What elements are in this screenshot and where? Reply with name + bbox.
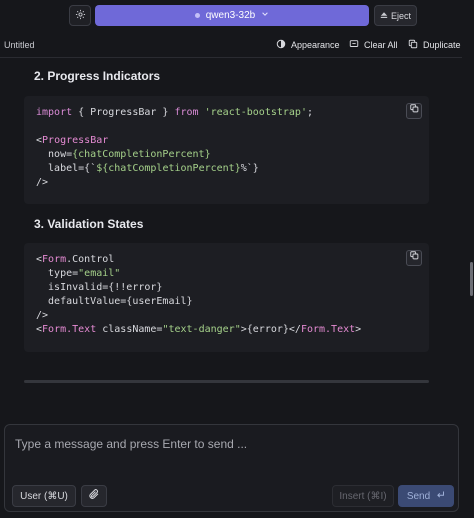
code-expression: ${chatCompletionPercent} — [96, 163, 241, 174]
duplicate-button[interactable]: Duplicate — [408, 39, 461, 51]
code-line: defaultValue={userEmail} — [36, 296, 193, 307]
scrollbar-thumb[interactable] — [470, 262, 473, 296]
chevron-down-icon — [261, 10, 269, 21]
appearance-icon — [276, 39, 286, 51]
role-label: User (⌘U) — [20, 490, 68, 502]
horizontal-rule — [24, 380, 429, 383]
insert-label: Insert (⌘I) — [339, 490, 387, 502]
enter-icon — [436, 490, 445, 502]
appearance-button[interactable]: Appearance — [276, 39, 340, 51]
clear-all-label: Clear All — [364, 40, 398, 50]
code-line: now={chatCompletionPercent} — [36, 149, 211, 160]
code-line: /> — [36, 310, 49, 321]
code-keyword: import — [36, 107, 73, 118]
code-string: "email" — [78, 268, 121, 279]
code-line: import { ProgressBar } from 'react-boots… — [36, 107, 313, 118]
gear-icon — [75, 7, 86, 25]
code-line: <Form.Control — [36, 254, 115, 265]
document-title[interactable]: Untitled — [4, 40, 35, 50]
model-selector[interactable]: qwen3-32b — [95, 5, 369, 26]
code-tag: Form.Text — [300, 324, 356, 335]
send-button[interactable]: Send — [398, 485, 454, 507]
code-line: type="email" — [36, 268, 121, 279]
code-tag: Form — [42, 254, 67, 265]
code-string: 'react-bootstrap' — [204, 107, 307, 118]
code-block-validation: <Form.Control type="email" isInvalid={!!… — [24, 243, 429, 352]
send-label: Send — [406, 490, 431, 502]
copy-icon — [409, 251, 419, 265]
code-expression: {chatCompletionPercent} — [72, 149, 211, 160]
paperclip-icon — [88, 487, 100, 505]
top-bar: qwen3-32b Eject — [0, 0, 474, 31]
toolbar-divider — [0, 57, 462, 58]
eject-label: Eject — [390, 10, 411, 21]
code-tag: ProgressBar — [42, 135, 109, 146]
message-composer[interactable]: Type a message and press Enter to send .… — [4, 424, 459, 512]
role-toggle-button[interactable]: User (⌘U) — [12, 485, 76, 507]
code-line: <ProgressBar — [36, 135, 109, 146]
code-string: "text-danger" — [162, 324, 241, 335]
settings-button[interactable] — [69, 5, 91, 26]
section-heading-validation: 3. Validation States — [34, 217, 144, 231]
model-status-icon — [194, 13, 200, 18]
copy-icon — [409, 104, 419, 118]
duplicate-label: Duplicate — [423, 40, 461, 50]
code-line: label={`${chatCompletionPercent}%`} — [36, 163, 259, 174]
code-line: /> — [36, 177, 49, 188]
document-toolbar: Untitled Appearance Clear All Duplicate — [0, 34, 474, 56]
duplicate-icon — [408, 39, 418, 51]
attach-file-button[interactable] — [81, 485, 107, 507]
clear-all-button[interactable]: Clear All — [349, 39, 398, 51]
copy-code-button[interactable] — [406, 103, 422, 119]
message-input[interactable]: Type a message and press Enter to send .… — [15, 437, 247, 451]
section-heading-progress: 2. Progress Indicators — [34, 69, 161, 83]
code-line: <Form.Text className="text-danger">{erro… — [36, 324, 362, 335]
copy-code-button[interactable] — [406, 250, 422, 266]
code-block-progress: import { ProgressBar } from 'react-boots… — [24, 96, 429, 204]
code-keyword: from — [174, 107, 199, 118]
code-line: isInvalid={!!error} — [36, 282, 163, 293]
code-expression: {` — [84, 163, 97, 174]
code-tag: Form.Text — [42, 324, 97, 335]
appearance-label: Appearance — [291, 40, 340, 50]
eject-button[interactable]: Eject — [374, 5, 417, 26]
eject-icon — [380, 11, 388, 21]
clear-icon — [349, 39, 359, 51]
insert-button[interactable]: Insert (⌘I) — [332, 485, 394, 507]
model-name: qwen3-32b — [205, 10, 256, 21]
